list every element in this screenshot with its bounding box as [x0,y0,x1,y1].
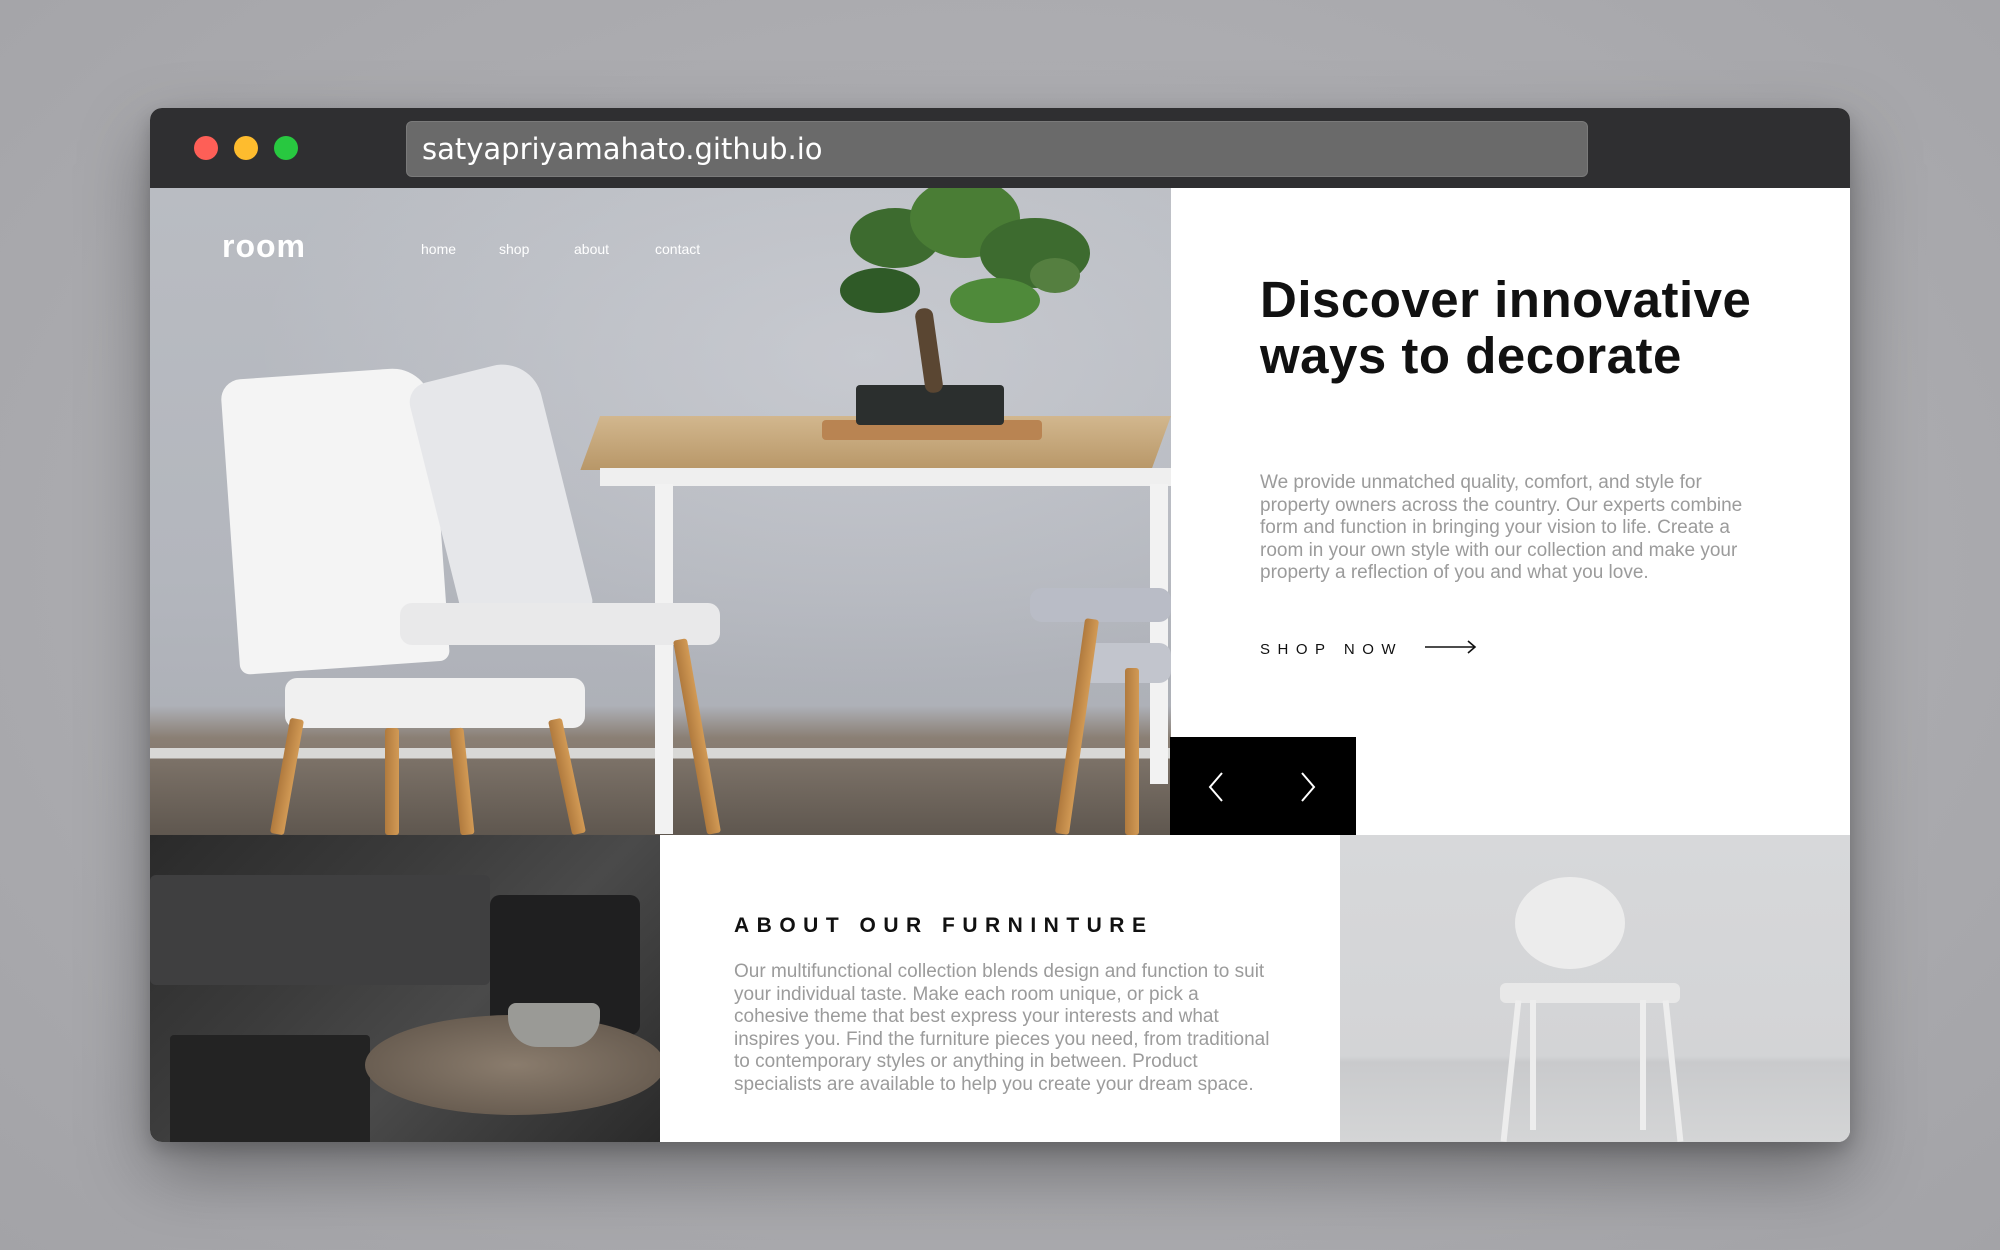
site-logo[interactable]: room [222,228,306,265]
minimize-window-button[interactable] [234,136,258,160]
slider-controls [1170,737,1356,835]
about-section: ABOUT OUR FURNINTURE Our multifunctional… [660,835,1340,1142]
hero-title: Discover innovative ways to decorate [1260,271,1752,384]
address-bar[interactable]: satyapriyamahato.github.io [406,121,1588,177]
about-description: Our multifunctional collection blends de… [734,961,1270,1095]
maximize-window-button[interactable] [274,136,298,160]
white-chair-image [1340,835,1850,1142]
browser-titlebar: satyapriyamahato.github.io [150,108,1850,188]
previous-slide-button[interactable] [1190,761,1242,813]
page-content: room home shop about contact Discover in… [150,188,1850,1142]
nav-link-home[interactable]: home [421,241,456,257]
hero-image: room home shop about contact [150,188,1171,835]
arrow-right-icon[interactable] [1424,639,1478,655]
dark-interior-image [150,835,660,1142]
browser-window: satyapriyamahato.github.io room home sho… [150,108,1850,1142]
hero-description: We provide unmatched quality, comfort, a… [1260,472,1743,583]
nav-link-about[interactable]: about [574,241,609,257]
nav-link-shop[interactable]: shop [499,241,529,257]
about-title: ABOUT OUR FURNINTURE [734,914,1154,937]
next-slide-button[interactable] [1282,761,1334,813]
nav-link-contact[interactable]: contact [655,241,700,257]
close-window-button[interactable] [194,136,218,160]
shop-now-link[interactable]: SHOP NOW [1260,641,1403,658]
